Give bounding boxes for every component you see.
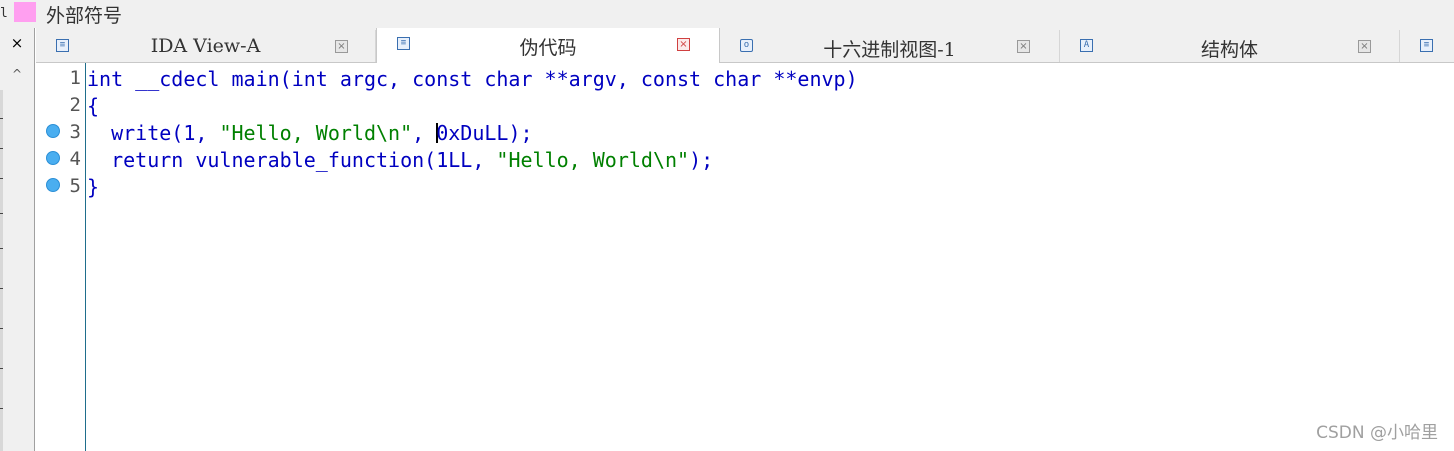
tab-structures[interactable]: A 结构体 × (1060, 30, 1400, 62)
close-tab-icon[interactable]: × (1358, 40, 1371, 53)
string-literal: "Hello, World\n" (496, 148, 690, 172)
close-tab-icon[interactable]: × (677, 38, 690, 51)
overview-mark (0, 148, 3, 149)
code-token: ); (689, 148, 714, 172)
tab-label: 结构体 (1200, 39, 1258, 61)
line-number: 4 (69, 148, 81, 170)
close-pane-button[interactable]: × (0, 30, 34, 56)
overview-mark (0, 118, 3, 119)
code-line[interactable]: } (87, 175, 99, 199)
watermark: CSDN @小哈里 (1316, 423, 1438, 443)
overview-mark (0, 408, 3, 409)
code-line[interactable]: { (87, 94, 99, 118)
left-pane: × ^ (0, 28, 35, 451)
line-number: 3 (69, 121, 81, 143)
code-line[interactable]: int __cdecl main(int argc, const char **… (87, 67, 858, 91)
code-line[interactable]: return vulnerable_function(1LL, "Hello, … (87, 148, 713, 172)
code-line[interactable]: write(1, "Hello, World\n", 0xDuLL); (87, 121, 533, 145)
line-gutter: 1 2 3 4 5 (36, 63, 86, 451)
tab-label: 十六进制视图-1 (823, 39, 956, 61)
tab-bar: ≡ IDA View-A × ≡ 伪代码 × o 十六进制视图-1 × A 结构… (36, 28, 1454, 63)
enums-view-icon: ≡ (1420, 39, 1433, 52)
overview-mark (0, 248, 3, 249)
overview-mark (0, 328, 3, 329)
tab-label: IDA View-A (150, 35, 261, 57)
overview-mark (0, 213, 3, 214)
pseudocode-editor[interactable]: 1 2 3 4 5 int __cdecl main(int argc, con… (36, 63, 1454, 451)
scroll-up-icon[interactable]: ^ (4, 62, 30, 86)
line-number: 5 (69, 175, 81, 197)
line-number: 1 (69, 67, 81, 89)
legend-label: 外部符号 (46, 5, 123, 27)
line-number: 2 (69, 94, 81, 116)
legend-stub: l (0, 6, 8, 21)
overview-strip (0, 90, 3, 451)
breakpoint-dot-icon[interactable] (46, 178, 60, 192)
code-token: 0xDuLL); (436, 121, 533, 145)
breakpoint-dot-icon[interactable] (46, 151, 60, 165)
breakpoint-dot-icon[interactable] (46, 124, 60, 138)
code-token: , (412, 121, 437, 145)
string-literal: "Hello, World\n" (219, 121, 413, 145)
tab-ida-view-a[interactable]: ≡ IDA View-A × (36, 30, 376, 62)
overview-mark (0, 178, 3, 179)
legend-color-swatch (14, 2, 36, 22)
tab-label: 伪代码 (519, 37, 577, 59)
tab-hex-view-1[interactable]: o 十六进制视图-1 × (720, 30, 1060, 62)
overview-mark (0, 368, 3, 369)
code-token: write(1, (87, 121, 220, 145)
left-pane-scrollbar[interactable] (4, 62, 30, 451)
tab-enums[interactable]: ≡ (1400, 30, 1454, 62)
legend-bar: l 外部符号 (0, 0, 1454, 28)
close-tab-icon[interactable]: × (335, 40, 348, 53)
close-tab-icon[interactable]: × (1017, 40, 1030, 53)
overview-mark (0, 288, 3, 289)
tab-pseudocode[interactable]: ≡ 伪代码 × (376, 28, 720, 63)
code-token: return vulnerable_function(1LL, (87, 148, 497, 172)
